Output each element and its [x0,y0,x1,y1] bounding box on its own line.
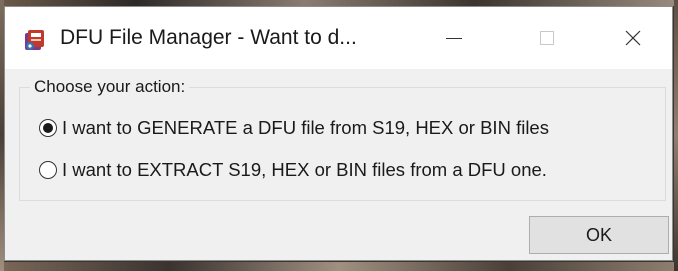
radio-selected-dot [43,123,53,133]
close-button[interactable] [609,7,657,69]
dfu-file-manager-dialog: DFU File Manager - Want to d... Choose y… [4,6,673,261]
radio-extract-label[interactable]: I want to EXTRACT S19, HEX or BIN files … [62,159,547,181]
desktop-background-bottom [0,262,678,271]
radio-generate-option[interactable]: I want to GENERATE a DFU file from S19, … [39,115,549,141]
minimize-button[interactable] [430,7,478,69]
maximize-button [523,7,571,69]
maximize-icon [540,31,554,45]
radio-generate-label[interactable]: I want to GENERATE a DFU file from S19, … [62,117,549,139]
close-icon [625,30,641,46]
radio-extract-option[interactable]: I want to EXTRACT S19, HEX or BIN files … [39,157,547,183]
window-title: DFU File Manager - Want to d... [60,26,357,49]
radio-button-extract[interactable] [39,161,57,179]
desktop-background-right [674,0,678,271]
minimize-icon [446,37,462,39]
radio-button-generate[interactable] [39,119,57,137]
dfu-app-icon [25,30,44,50]
groupbox-label: Choose your action: [30,77,190,97]
ok-button[interactable]: OK [529,216,669,254]
action-groupbox [19,87,666,201]
title-bar[interactable]: DFU File Manager - Want to d... [5,7,672,69]
